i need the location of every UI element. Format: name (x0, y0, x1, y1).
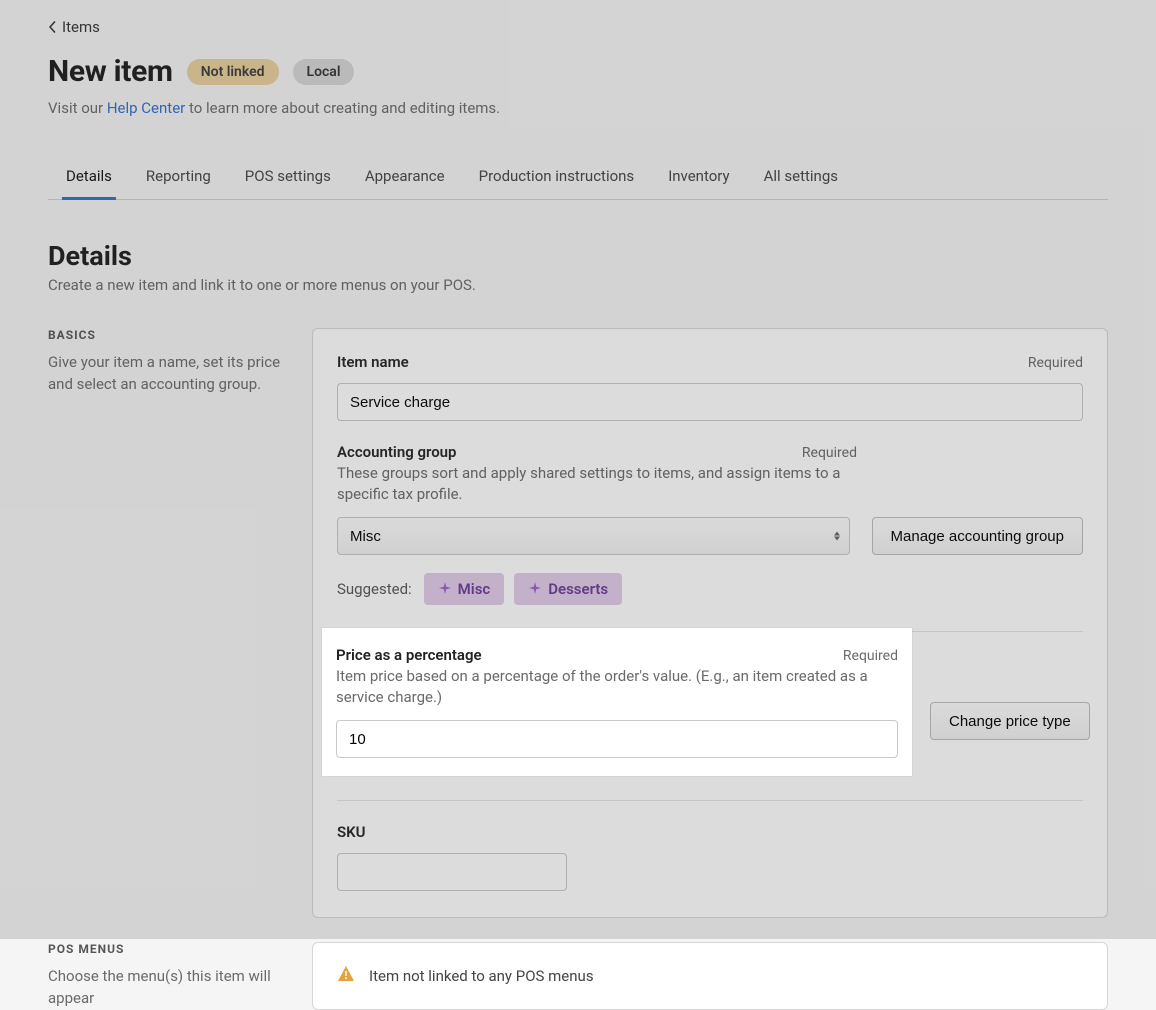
breadcrumb-back[interactable]: Items (48, 18, 100, 36)
item-name-required: Required (1028, 355, 1083, 371)
accounting-group-desc: These groups sort and apply shared setti… (337, 463, 877, 505)
suggested-label: Suggested: (337, 580, 412, 598)
pos-notice-card: Item not linked to any POS menus (312, 942, 1108, 1010)
tab-pos-settings[interactable]: POS settings (241, 159, 335, 199)
tab-inventory[interactable]: Inventory (664, 159, 733, 199)
tab-reporting[interactable]: Reporting (142, 159, 215, 199)
basics-card: Item name Required Accounting group Requ… (312, 328, 1108, 918)
change-price-type-button[interactable]: Change price type (930, 702, 1090, 740)
item-name-label: Item name (337, 353, 409, 371)
not-linked-badge: Not linked (187, 59, 279, 85)
price-desc: Item price based on a percentage of the … (336, 666, 876, 708)
help-center-link[interactable]: Help Center (107, 99, 185, 117)
tab-details[interactable]: Details (62, 159, 116, 199)
section-sub: Create a new item and link it to one or … (48, 276, 1108, 294)
pos-menus-heading: POS MENUS (48, 942, 288, 956)
sparkle-icon (438, 582, 452, 596)
sku-input[interactable] (337, 853, 567, 891)
tab-all-settings[interactable]: All settings (760, 159, 842, 199)
tab-production-instructions[interactable]: Production instructions (475, 159, 639, 199)
divider (337, 800, 1083, 801)
sparkle-icon (528, 582, 542, 596)
pos-notice-text: Item not linked to any POS menus (369, 967, 594, 985)
price-percentage-input[interactable] (336, 720, 898, 758)
chevron-left-icon (48, 21, 56, 33)
header-subtext: Visit our Help Center to learn more abou… (48, 99, 1108, 117)
price-highlight-block: Price as a percentage Required Item pric… (322, 628, 912, 776)
warning-icon (337, 965, 355, 987)
basics-heading: BASICS (48, 328, 288, 342)
sku-label: SKU (337, 823, 1083, 841)
price-label: Price as a percentage (336, 646, 482, 664)
accounting-group-label: Accounting group (337, 443, 457, 461)
manage-accounting-group-button[interactable]: Manage accounting group (872, 517, 1083, 555)
breadcrumb-label: Items (62, 18, 100, 36)
suggested-chip-desserts[interactable]: Desserts (514, 573, 622, 605)
local-badge: Local (293, 59, 355, 85)
pos-menus-desc: Choose the menu(s) this item will appear (48, 966, 288, 1010)
suggested-chip-misc[interactable]: Misc (424, 573, 505, 605)
section-title: Details (48, 240, 1108, 272)
tabs: Details Reporting POS settings Appearanc… (48, 159, 1108, 200)
accounting-group-select[interactable]: Misc (337, 517, 850, 555)
basics-desc: Give your item a name, set its price and… (48, 352, 288, 396)
item-name-input[interactable] (337, 383, 1083, 421)
page-title: New item (48, 54, 173, 89)
accounting-group-required: Required (802, 445, 857, 461)
price-required: Required (843, 648, 898, 664)
tab-appearance[interactable]: Appearance (361, 159, 449, 199)
